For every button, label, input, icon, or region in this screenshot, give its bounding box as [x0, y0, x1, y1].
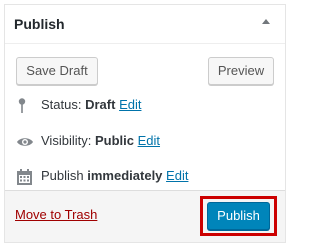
- panel-title: Publish: [14, 16, 65, 32]
- publish-button[interactable]: Publish: [207, 202, 270, 230]
- edit-visibility-link[interactable]: Edit: [138, 133, 160, 148]
- save-draft-button[interactable]: Save Draft: [16, 57, 98, 85]
- publish-panel: Publish Save Draft Preview Status: Draft…: [4, 4, 286, 243]
- edit-status-link[interactable]: Edit: [119, 97, 141, 112]
- pin-icon: [16, 97, 34, 115]
- major-publishing-actions: Move to Trash Publish: [5, 190, 285, 242]
- visibility-row: Visibility: Public Edit: [16, 131, 160, 151]
- calendar-icon: [16, 168, 34, 186]
- eye-icon: [16, 133, 34, 151]
- schedule-label: Publish: [41, 168, 84, 183]
- preview-button[interactable]: Preview: [208, 57, 274, 85]
- status-value: Draft: [85, 97, 116, 112]
- visibility-label: Visibility:: [41, 133, 92, 148]
- arrow-up-icon[interactable]: [262, 19, 270, 24]
- status-row: Status: Draft Edit: [16, 95, 141, 115]
- move-to-trash-link[interactable]: Move to Trash: [15, 207, 97, 222]
- status-label: Status:: [41, 97, 82, 112]
- schedule-value: immediately: [87, 168, 163, 183]
- panel-header[interactable]: Publish: [5, 5, 285, 44]
- publish-button-highlight: Publish: [200, 196, 277, 236]
- visibility-value: Public: [94, 133, 134, 148]
- schedule-row: Publish immediately Edit: [16, 166, 188, 186]
- edit-schedule-link[interactable]: Edit: [166, 168, 188, 183]
